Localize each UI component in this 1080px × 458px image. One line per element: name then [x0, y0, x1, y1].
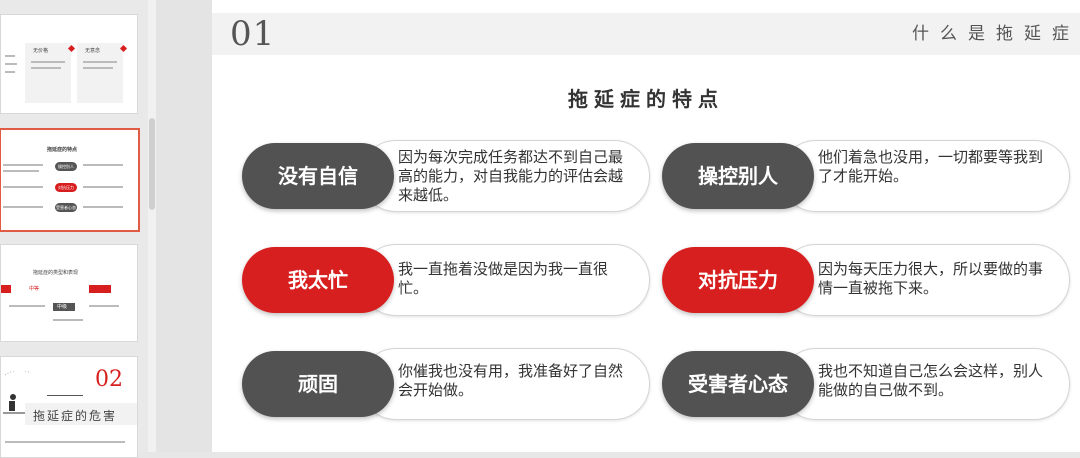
- slide-thumbnail-4[interactable]: 02 拖延症的危害: [0, 356, 138, 458]
- thumb-number: 02: [95, 367, 123, 392]
- feature-card: 你催我也没有用，我准备好了自然会开始做。 顽固: [242, 348, 652, 420]
- section-title: 什么是拖延症: [912, 24, 1080, 44]
- slide-canvas[interactable]: 01 什么是拖延症 拖延症的特点 因为每次完成任务都达不到自己最高的能力，对自我…: [212, 0, 1080, 452]
- panel-divider: [156, 0, 212, 452]
- feature-description: 因为每天压力很大，所以要做的事情一直被拖下来。: [818, 260, 1044, 297]
- feature-label: 操控别人: [662, 143, 814, 209]
- thumbnail-scrollbar-handle[interactable]: [149, 118, 155, 210]
- slide-thumbnail-3[interactable]: 拖延症的类型和表现 中等 中级: [0, 244, 138, 342]
- feature-label: 受害者心态: [662, 351, 814, 417]
- thumb-chip: 受害者心态: [55, 203, 77, 212]
- feature-label: 对抗压力: [662, 247, 814, 313]
- feature-label: 我太忙: [242, 247, 394, 313]
- thumb-heading: 拖延症的类型和表现: [33, 270, 79, 276]
- slide-thumbnail-panel: 无价格 无意念 拖延症的特点 操控别人 对抗压力 受害者心态 拖延症的类型和表现…: [0, 0, 148, 458]
- thumb-chip: 对抗压力: [55, 183, 77, 192]
- thumb-title: 拖延症的危害: [33, 409, 118, 423]
- feature-label: 顽固: [242, 351, 394, 417]
- thumbnail-scrollbar[interactable]: [148, 0, 156, 452]
- thumb-heading: 无意念: [85, 48, 101, 54]
- feature-card: 我一直拖着没做是因为我一直很忙。 我太忙: [242, 244, 652, 316]
- thumb-heading: 拖延症的特点: [47, 147, 78, 153]
- feature-card: 因为每次完成任务都达不到自己最高的能力，对自我能力的评估会越来越低。 没有自信: [242, 140, 652, 212]
- slide-thumbnail-1[interactable]: 无价格 无意念: [0, 14, 138, 114]
- feature-label: 没有自信: [242, 143, 394, 209]
- feature-card: 因为每天压力很大，所以要做的事情一直被拖下来。 对抗压力: [662, 244, 1072, 316]
- feature-description: 你催我也没有用，我准备好了自然会开始做。: [398, 362, 624, 399]
- thumb-tag: 中等: [29, 286, 40, 292]
- feature-card: 我也不知道自己怎么会这样，别人能做的自己做不到。 受害者心态: [662, 348, 1072, 420]
- slide-thumbnail-2[interactable]: 拖延症的特点 操控别人 对抗压力 受害者心态: [0, 128, 140, 232]
- feature-description: 我也不知道自己怎么会这样，别人能做的自己做不到。: [818, 362, 1044, 399]
- thumb-chip: 操控别人: [55, 162, 77, 171]
- feature-description: 因为每次完成任务都达不到自己最高的能力，对自我能力的评估会越来越低。: [398, 148, 624, 204]
- thumb-heading: 无价格: [33, 48, 49, 54]
- feature-description: 他们着急也没用，一切都要等我到了才能开始。: [818, 148, 1044, 185]
- feature-description: 我一直拖着没做是因为我一直很忙。: [398, 260, 609, 297]
- slide-number: 01: [230, 14, 276, 54]
- feature-card: 他们着急也没用，一切都要等我到了才能开始。 操控别人: [662, 140, 1072, 212]
- thumb-tag: 中级: [57, 304, 68, 310]
- page-title: 拖延症的特点: [568, 87, 724, 111]
